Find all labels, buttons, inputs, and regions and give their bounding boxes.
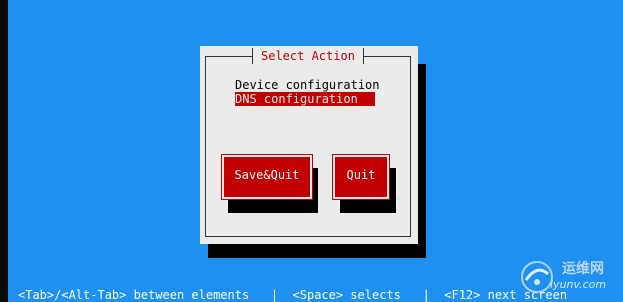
- quit-button-label: Quit: [346, 168, 376, 182]
- save-quit-button[interactable]: Save&Quit: [221, 154, 313, 200]
- watermark-url-text: iyunv.com: [550, 278, 607, 291]
- watermark: 运维网 iyunv.com: [520, 256, 620, 300]
- list-item-device-configuration[interactable]: Device configuration: [235, 78, 380, 92]
- select-action-dialog: Select Action Device configuration DNS c…: [200, 46, 418, 244]
- list-item-dns-configuration[interactable]: DNS configuration: [235, 92, 375, 106]
- action-listbox[interactable]: Device configuration DNS configuration: [235, 78, 380, 106]
- window-edge: [0, 0, 8, 302]
- help-line: <Tab>/<Alt-Tab> between elements | <Spac…: [18, 288, 568, 302]
- dialog-title: Select Action: [252, 48, 364, 64]
- watermark-logo-icon: [521, 261, 553, 293]
- save-quit-button-label: Save&Quit: [234, 168, 300, 182]
- tui-screen: Select Action Device configuration DNS c…: [0, 0, 623, 302]
- watermark-cn-text: 运维网: [562, 261, 604, 277]
- quit-button[interactable]: Quit: [332, 154, 390, 200]
